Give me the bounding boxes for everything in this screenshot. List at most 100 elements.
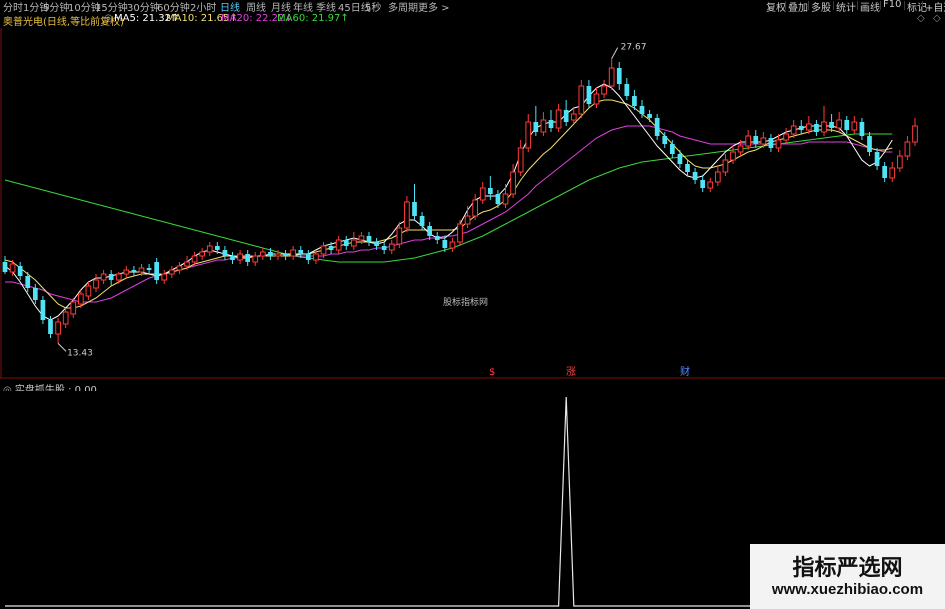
period-tab[interactable]: 更多 > <box>418 0 450 14</box>
candle-body <box>70 301 77 315</box>
ma60-label: MA60: 21.97↑ <box>277 13 349 24</box>
toolbar-button[interactable]: 多股 <box>811 0 831 14</box>
toolbar-divider <box>904 1 905 10</box>
candle-body <box>275 253 281 257</box>
candle-body <box>100 273 107 281</box>
candle-body <box>252 255 259 263</box>
candle-body <box>570 113 577 121</box>
candle-body <box>283 254 288 256</box>
candle-body <box>161 273 168 281</box>
candlestick-chart[interactable]: 27.67 13.43 股标指标网 $ 涨 财 <box>0 28 945 379</box>
candle-body <box>647 114 652 118</box>
candle-body <box>427 226 433 236</box>
period-tab[interactable]: 日线 <box>220 0 240 14</box>
toolbar-divider <box>833 1 834 10</box>
candle-body <box>146 268 152 270</box>
center-watermark: 股标指标网 <box>443 296 488 308</box>
candle-body <box>859 122 865 136</box>
candle-body <box>290 249 297 257</box>
candle-body <box>404 201 410 229</box>
candle-body <box>434 236 440 240</box>
expand-icon[interactable]: ◇ <box>933 13 941 24</box>
candle-body <box>760 137 767 145</box>
period-tab[interactable]: 30分钟 <box>127 0 160 14</box>
candle-body <box>93 279 99 289</box>
candle-body <box>662 136 668 144</box>
candle-body <box>882 166 888 178</box>
candle-body <box>836 119 843 129</box>
candle-body <box>867 136 872 152</box>
candle-body <box>230 256 235 260</box>
toolbar-button[interactable]: 叠加 <box>788 0 808 14</box>
candle-body <box>2 262 8 272</box>
toolbar-button[interactable]: 统计 <box>836 0 856 14</box>
candle-body <box>707 181 714 189</box>
period-tab[interactable]: 2小时 <box>190 0 216 14</box>
candle-body <box>768 138 774 148</box>
toolbar-button[interactable]: +自选 <box>925 0 945 14</box>
candle-body <box>343 240 349 246</box>
candle-body <box>502 193 509 205</box>
candle-body <box>775 139 782 149</box>
candle-body <box>753 136 759 144</box>
candle-body <box>829 122 834 128</box>
period-tab[interactable]: 月线 <box>271 0 291 14</box>
candle-body <box>412 202 417 216</box>
candle-body <box>533 122 539 132</box>
candle-body <box>17 266 23 276</box>
period-tab[interactable]: 15分钟 <box>95 0 128 14</box>
candle-body <box>624 84 630 96</box>
candle-body <box>616 68 622 84</box>
candle-body <box>586 86 592 104</box>
period-tab[interactable]: 分时 <box>3 0 23 14</box>
period-tab[interactable]: 周线 <box>246 0 266 14</box>
period-toolbar: 分时 1分钟 5分钟 10分钟 15分钟 30分钟 60分钟 2小时 日线 周线 月线 年线 季线 45日… <box>0 0 945 14</box>
candle <box>578 80 585 118</box>
candle-body <box>449 241 456 249</box>
period-tab[interactable]: 年线 <box>293 0 313 14</box>
candle-body <box>814 124 819 132</box>
toolbar-divider <box>922 1 923 10</box>
candle-body <box>555 109 562 129</box>
candle-body <box>85 285 92 297</box>
period-tab[interactable]: 60分钟 <box>157 0 190 14</box>
candle-body <box>821 121 827 133</box>
candle-body <box>298 250 304 254</box>
toolbar-button[interactable]: 标记 <box>907 0 927 14</box>
candle-body <box>608 67 615 87</box>
toolbar-button[interactable]: 画线 <box>860 0 880 14</box>
period-tab[interactable]: 5秒 <box>365 0 381 14</box>
candle-body <box>199 251 206 257</box>
toolbar-divider <box>857 1 858 10</box>
period-tab[interactable]: 多周期 <box>388 0 418 14</box>
candle-body <box>844 120 850 130</box>
period-tab[interactable]: 季线 <box>316 0 336 14</box>
candle-body <box>540 119 547 133</box>
period-tab[interactable]: 5分钟 <box>43 0 69 14</box>
toolbar-button[interactable]: F10 <box>883 0 901 10</box>
candle-body <box>525 121 532 149</box>
candle-body <box>123 269 130 275</box>
candle-body <box>464 215 471 225</box>
candle-body <box>131 270 137 272</box>
candle-body <box>313 253 319 261</box>
settings-icon[interactable]: ◎ <box>104 13 113 24</box>
candle-body <box>335 239 342 251</box>
toolbar-button[interactable]: 复权 <box>766 0 786 14</box>
candle-body <box>320 245 327 255</box>
candle-body <box>214 246 220 250</box>
candle-body <box>563 110 569 122</box>
event-marker: $ <box>489 367 495 378</box>
candle-body <box>9 263 16 273</box>
candle-body <box>472 199 479 217</box>
candle-body <box>184 261 190 267</box>
toolbar-divider <box>785 1 786 10</box>
candle-body <box>366 236 372 242</box>
event-marker: 涨 <box>566 366 576 378</box>
candle-body <box>350 239 357 247</box>
candle-body <box>790 125 797 135</box>
candle-body <box>783 133 789 141</box>
candle-body <box>874 152 880 166</box>
diamond-icon[interactable]: ◇ <box>917 13 925 24</box>
candle-body <box>722 159 729 173</box>
